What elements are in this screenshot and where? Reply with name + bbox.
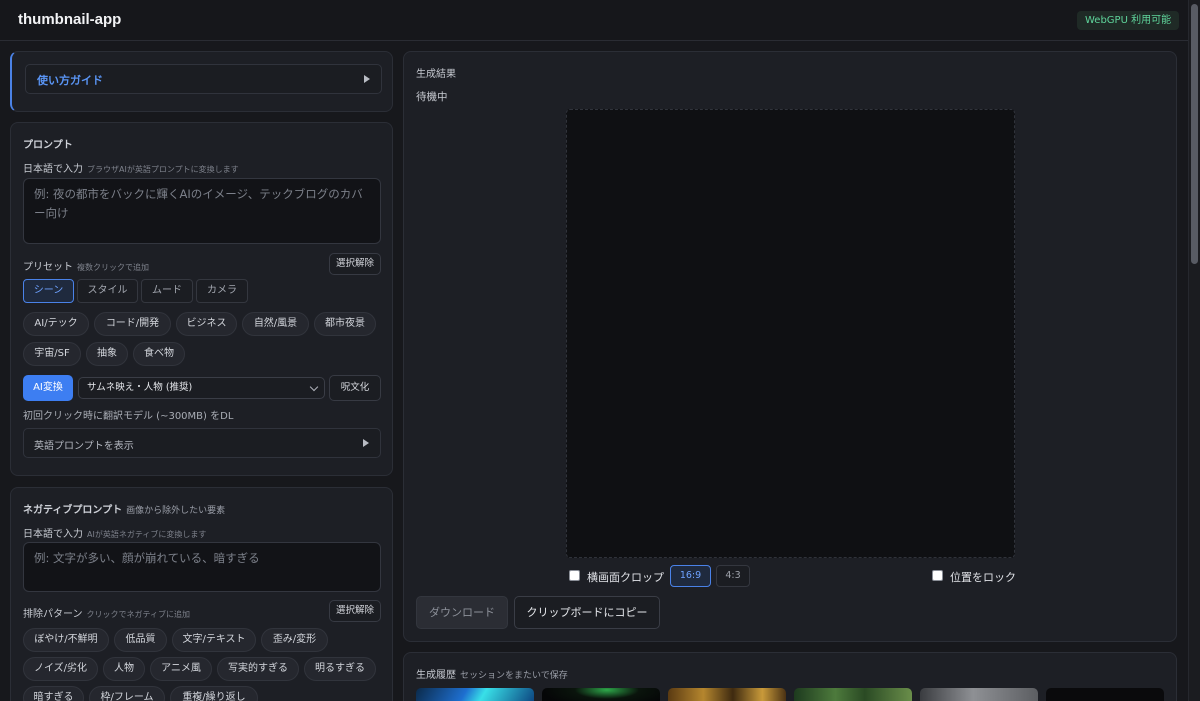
chip-code-dev[interactable]: コード/開発 <box>94 312 171 336</box>
chip-abstract[interactable]: 抽象 <box>86 342 128 366</box>
chip-business[interactable]: ビジネス <box>176 312 237 336</box>
history-thumbnail[interactable] <box>542 688 660 701</box>
chip-person[interactable]: 人物 <box>103 657 145 681</box>
preset-clear-button[interactable]: 選択解除 <box>329 253 381 275</box>
ratio-4-3-button[interactable]: 4:3 <box>716 565 750 587</box>
model-note: 初回クリック時に翻訳モデル (~300MB) をDL <box>23 411 234 422</box>
tab-mood[interactable]: ムード <box>141 279 193 303</box>
guide-toggle[interactable]: 使い方ガイド <box>25 64 382 94</box>
expand-arrow-icon <box>364 75 370 83</box>
jp-input-hint: ブラウザAIが英語プロンプトに変換します <box>87 165 239 174</box>
negative-title-text: ネガティブプロンプト <box>23 505 123 516</box>
preset-label: プリセット 複数クリックで追加 <box>23 258 149 273</box>
expand-arrow-icon <box>363 439 369 447</box>
negative-textarea[interactable]: 例: 文字が多い、顔が崩れている、暗すぎる <box>23 542 381 592</box>
pattern-label-text: 排除パターン <box>23 609 83 620</box>
mode-select-value: サムネ映え・人物 (推奨) <box>87 382 193 393</box>
tab-style[interactable]: スタイル <box>77 279 138 303</box>
chip-anime[interactable]: アニメ風 <box>150 657 212 681</box>
negative-jp-label-text: 日本語で入力 <box>23 529 83 540</box>
history-thumbnail[interactable] <box>920 688 1038 701</box>
chip-city-night[interactable]: 都市夜景 <box>314 312 376 336</box>
pattern-hint: クリックでネガティブに追加 <box>86 610 191 619</box>
history-subtitle: セッションをまたいで保存 <box>460 671 568 681</box>
negative-prompt-card: ネガティブプロンプト 画像から除外したい要素 日本語で入力 AIが英語ネガティブに変… <box>10 487 393 701</box>
chip-nature[interactable]: 自然/風景 <box>242 312 309 336</box>
prompt-placeholder-line1: 例: 夜の都市をバックに輝くAIのイメージ、テックブログのカバ <box>34 187 363 201</box>
chip-too-bright[interactable]: 明るすぎる <box>304 657 376 681</box>
guide-card: 使い方ガイド <box>10 51 393 112</box>
preset-hint: 複数クリックで追加 <box>77 263 149 272</box>
mode-select[interactable]: サムネ映え・人物 (推奨) <box>78 377 325 399</box>
top-bar: thumbnail-app WebGPU 利用可能 <box>0 0 1188 41</box>
webgpu-status-badge: WebGPU 利用可能 <box>1077 11 1180 30</box>
chip-too-dark[interactable]: 暗すぎる <box>23 686 84 701</box>
negative-subtitle: 画像から除外したい要素 <box>126 506 226 516</box>
negative-jp-label: 日本語で入力 AIが英語ネガティブに変換します <box>23 525 206 540</box>
guide-label: 使い方ガイド <box>37 74 103 87</box>
lock-checkbox[interactable] <box>932 570 943 581</box>
show-english-label: 英語プロンプトを表示 <box>34 441 134 452</box>
jp-input-label-text: 日本語で入力 <box>23 164 83 175</box>
chip-food[interactable]: 食べ物 <box>133 342 185 366</box>
spell-button[interactable]: 呪文化 <box>329 375 381 401</box>
chip-distortion[interactable]: 歪み/変形 <box>261 628 328 652</box>
crop-checkbox[interactable] <box>569 570 580 581</box>
page-scrollbar[interactable] <box>1188 0 1200 701</box>
history-thumbnail[interactable] <box>1046 688 1164 701</box>
tab-scene[interactable]: シーン <box>23 279 74 303</box>
jp-input-label: 日本語で入力 ブラウザAIが英語プロンプトに変換します <box>23 160 239 175</box>
history-title: 生成履歴 セッションをまたいで保存 <box>416 666 568 681</box>
lock-label: 位置をロック <box>950 571 1016 584</box>
ai-convert-button[interactable]: AI変換 <box>23 375 73 401</box>
pattern-label: 排除パターン クリックでネガティブに追加 <box>23 605 190 620</box>
result-status: 待機中 <box>416 91 448 103</box>
negative-jp-hint: AIが英語ネガティブに変換します <box>87 530 207 539</box>
history-thumbnail[interactable] <box>794 688 912 701</box>
prompt-textarea[interactable]: 例: 夜の都市をバックに輝くAIのイメージ、テックブログのカバ ー向け <box>23 178 381 244</box>
chip-low-quality[interactable]: 低品質 <box>114 628 167 652</box>
show-english-toggle[interactable]: 英語プロンプトを表示 <box>23 428 381 458</box>
pattern-clear-button[interactable]: 選択解除 <box>329 600 381 622</box>
image-canvas[interactable] <box>566 109 1015 558</box>
crop-label: 横画面クロップ <box>587 571 664 584</box>
prompt-card: プロンプト 日本語で入力 ブラウザAIが英語プロンプトに変換します 例: 夜の都市… <box>10 122 393 476</box>
ratio-16-9-button[interactable]: 16:9 <box>670 565 711 587</box>
chip-frame[interactable]: 枠/フレーム <box>89 686 165 701</box>
history-thumbnail[interactable] <box>668 688 786 701</box>
app-title: thumbnail-app <box>18 11 122 28</box>
copy-clipboard-button[interactable]: クリップボードにコピー <box>514 596 660 629</box>
scrollbar-thumb[interactable] <box>1191 4 1198 264</box>
prompt-title: プロンプト <box>23 140 73 151</box>
prompt-placeholder-line2: ー向け <box>34 206 69 220</box>
negative-placeholder: 例: 文字が多い、顔が崩れている、暗すぎる <box>34 551 260 565</box>
result-title: 生成結果 <box>416 69 456 80</box>
negative-title: ネガティブプロンプト 画像から除外したい要素 <box>23 501 225 516</box>
chip-duplicate[interactable]: 重複/繰り返し <box>170 686 258 701</box>
chip-ai-tech[interactable]: AI/テック <box>23 312 89 336</box>
tab-camera[interactable]: カメラ <box>196 279 248 303</box>
chip-too-realistic[interactable]: 写実的すぎる <box>217 657 299 681</box>
chevron-down-icon <box>309 382 319 392</box>
chip-blurry[interactable]: ぼやけ/不鮮明 <box>23 628 109 652</box>
chip-text[interactable]: 文字/テキスト <box>172 628 256 652</box>
history-thumbnail[interactable] <box>416 688 534 701</box>
chip-noise[interactable]: ノイズ/劣化 <box>23 657 98 681</box>
history-title-text: 生成履歴 <box>416 670 456 681</box>
download-button[interactable]: ダウンロード <box>416 596 508 629</box>
chip-space-sf[interactable]: 宇宙/SF <box>23 342 81 366</box>
preset-label-text: プリセット <box>23 262 73 273</box>
